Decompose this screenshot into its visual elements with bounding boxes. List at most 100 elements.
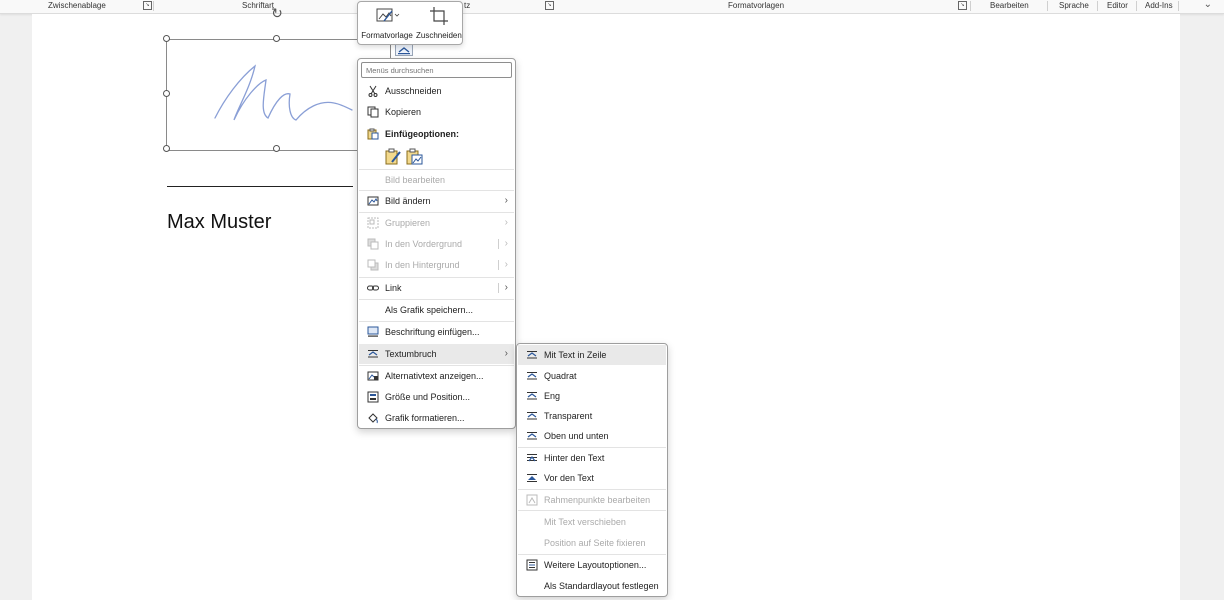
menu-item-format-graphic[interactable]: Grafik formatieren... xyxy=(359,408,514,428)
submenu-item-inline[interactable]: Mit Text in Zeile xyxy=(518,345,666,365)
menu-item-label: Position auf Seite fixieren xyxy=(544,538,646,548)
ribbon-group-clipboard: Zwischenablage xyxy=(48,1,106,10)
wrap-square-icon xyxy=(527,372,537,380)
change-picture-icon xyxy=(367,196,379,206)
scissors-icon xyxy=(368,85,378,97)
wrap-points-icon xyxy=(526,494,538,506)
menu-item-save-as-picture[interactable]: Als Grafik speichern... xyxy=(359,300,514,320)
menu-item-link[interactable]: Link › xyxy=(359,278,514,298)
paste-picture-icon[interactable] xyxy=(406,148,423,165)
menu-item-label: Gruppieren xyxy=(385,218,431,228)
menu-item-size-position[interactable]: Größe und Position... xyxy=(359,387,514,407)
rotate-handle-icon[interactable]: ↻ xyxy=(269,5,285,21)
submenu-item-tight[interactable]: Eng xyxy=(518,386,666,406)
menu-item-label: Rahmenpunkte bearbeiten xyxy=(544,495,651,505)
resize-handle[interactable] xyxy=(163,35,170,42)
menu-item-label: Alternativtext anzeigen... xyxy=(385,371,484,381)
menu-item-label: Quadrat xyxy=(544,371,577,381)
dialog-launcher-icon[interactable]: ↘ xyxy=(958,1,967,10)
crop-button[interactable]: Zuschneiden xyxy=(416,4,462,44)
menu-item-label: Größe und Position... xyxy=(385,392,471,402)
ribbon-divider xyxy=(1097,1,1098,11)
collapse-ribbon-icon[interactable]: ⌄ xyxy=(1204,0,1212,10)
wrap-through-icon xyxy=(527,412,537,420)
menu-item-copy[interactable]: Kopieren xyxy=(359,102,514,122)
menu-item-label: Textumbruch xyxy=(385,349,437,359)
menu-item-label: Link xyxy=(385,283,402,293)
style-button-label: Formatvorlage xyxy=(361,31,413,40)
menu-item-send-backward: In den Hintergrund › xyxy=(359,255,514,275)
ribbon-button-language[interactable]: Sprache xyxy=(1059,1,1089,10)
wrap-in-front-icon xyxy=(527,474,537,482)
ribbon-divider xyxy=(153,1,154,11)
submenu-item-in-front-of-text[interactable]: Vor den Text xyxy=(518,468,666,488)
crop-button-label: Zuschneiden xyxy=(416,31,462,40)
menu-item-label: Bild ändern xyxy=(385,196,431,206)
split-divider xyxy=(498,260,499,270)
menu-item-wrap-text[interactable]: Textumbruch › xyxy=(359,344,514,364)
ribbon-divider xyxy=(1178,1,1179,11)
signature-line xyxy=(167,186,353,187)
menu-item-label: Einfügeoptionen: xyxy=(385,129,459,139)
style-button[interactable]: Formatvorlage xyxy=(360,4,414,44)
resize-handle[interactable] xyxy=(273,145,280,152)
chevron-right-icon: › xyxy=(504,348,508,359)
picture-style-icon xyxy=(376,8,400,22)
menu-item-label: Hinter den Text xyxy=(544,453,605,463)
size-position-icon xyxy=(367,391,379,403)
submenu-item-top-bottom[interactable]: Oben und unten xyxy=(518,426,666,446)
dialog-launcher-icon[interactable]: ↘ xyxy=(545,1,554,10)
menu-item-label: In den Vordergrund xyxy=(385,239,463,249)
submenu-item-fix-position: Position auf Seite fixieren xyxy=(518,533,666,553)
menu-item-bring-forward: In den Vordergrund › xyxy=(359,234,514,254)
ribbon-divider xyxy=(1136,1,1137,11)
menu-item-label: Ausschneiden xyxy=(385,86,442,96)
menu-item-cut[interactable]: Ausschneiden xyxy=(359,81,514,101)
dialog-launcher-icon[interactable]: ↘ xyxy=(143,1,152,10)
caption-icon xyxy=(367,326,379,337)
menu-divider xyxy=(518,510,666,511)
paste-icon xyxy=(367,128,379,140)
ribbon-divider xyxy=(1047,1,1048,11)
submenu-item-more-layout-options[interactable]: Weitere Layoutoptionen... xyxy=(518,555,666,575)
split-divider xyxy=(498,283,499,293)
menu-item-label: Oben und unten xyxy=(544,431,609,441)
menu-item-alt-text[interactable]: Alternativtext anzeigen... xyxy=(359,366,514,386)
menu-item-label: Als Grafik speichern... xyxy=(385,305,474,315)
alt-text-icon xyxy=(367,371,379,381)
menu-item-group: Gruppieren › xyxy=(359,213,514,233)
ribbon-button-addins[interactable]: Add-Ins xyxy=(1145,1,1173,10)
copy-icon xyxy=(367,106,379,118)
menu-item-insert-caption[interactable]: Beschriftung einfügen... xyxy=(359,322,514,342)
submenu-item-set-default-layout[interactable]: Als Standardlayout festlegen xyxy=(518,576,666,596)
menu-item-label: Mit Text verschieben xyxy=(544,517,626,527)
chevron-right-icon: › xyxy=(504,259,508,270)
submenu-item-edit-wrap-points: Rahmenpunkte bearbeiten xyxy=(518,490,666,510)
menu-item-label: In den Hintergrund xyxy=(385,260,460,270)
resize-handle[interactable] xyxy=(273,35,280,42)
ribbon-button-editing[interactable]: Bearbeiten xyxy=(990,1,1029,10)
paste-keep-formatting-icon[interactable] xyxy=(385,148,402,165)
submenu-item-square[interactable]: Quadrat xyxy=(518,366,666,386)
submenu-item-behind-text[interactable]: Hinter den Text xyxy=(518,448,666,468)
wrap-behind-icon xyxy=(527,454,537,462)
format-graphic-icon xyxy=(368,413,378,424)
menu-item-edit-picture: Bild bearbeiten xyxy=(359,170,514,190)
resize-handle[interactable] xyxy=(163,90,170,97)
ribbon-button-editor[interactable]: Editor xyxy=(1107,1,1128,10)
wrap-tight-icon xyxy=(527,392,537,400)
paste-options-row xyxy=(385,148,435,168)
menu-item-label: Grafik formatieren... xyxy=(385,413,465,423)
menu-item-label: Beschriftung einfügen... xyxy=(385,327,480,337)
layout-options-list-icon xyxy=(526,559,538,571)
signature-drawing xyxy=(214,64,353,121)
mini-toolbar: Formatvorlage Zuschneiden xyxy=(357,1,463,45)
chevron-right-icon: › xyxy=(504,238,508,249)
menu-search-input[interactable] xyxy=(361,62,512,78)
ribbon-strip: Zwischenablage ↘ Schriftart tz ↘ Formatv… xyxy=(0,0,1224,14)
menu-item-change-picture[interactable]: Bild ändern › xyxy=(359,191,514,211)
menu-item-label: Bild bearbeiten xyxy=(385,175,446,185)
resize-handle[interactable] xyxy=(163,145,170,152)
send-backward-icon xyxy=(367,259,379,271)
submenu-item-through[interactable]: Transparent xyxy=(518,406,666,426)
